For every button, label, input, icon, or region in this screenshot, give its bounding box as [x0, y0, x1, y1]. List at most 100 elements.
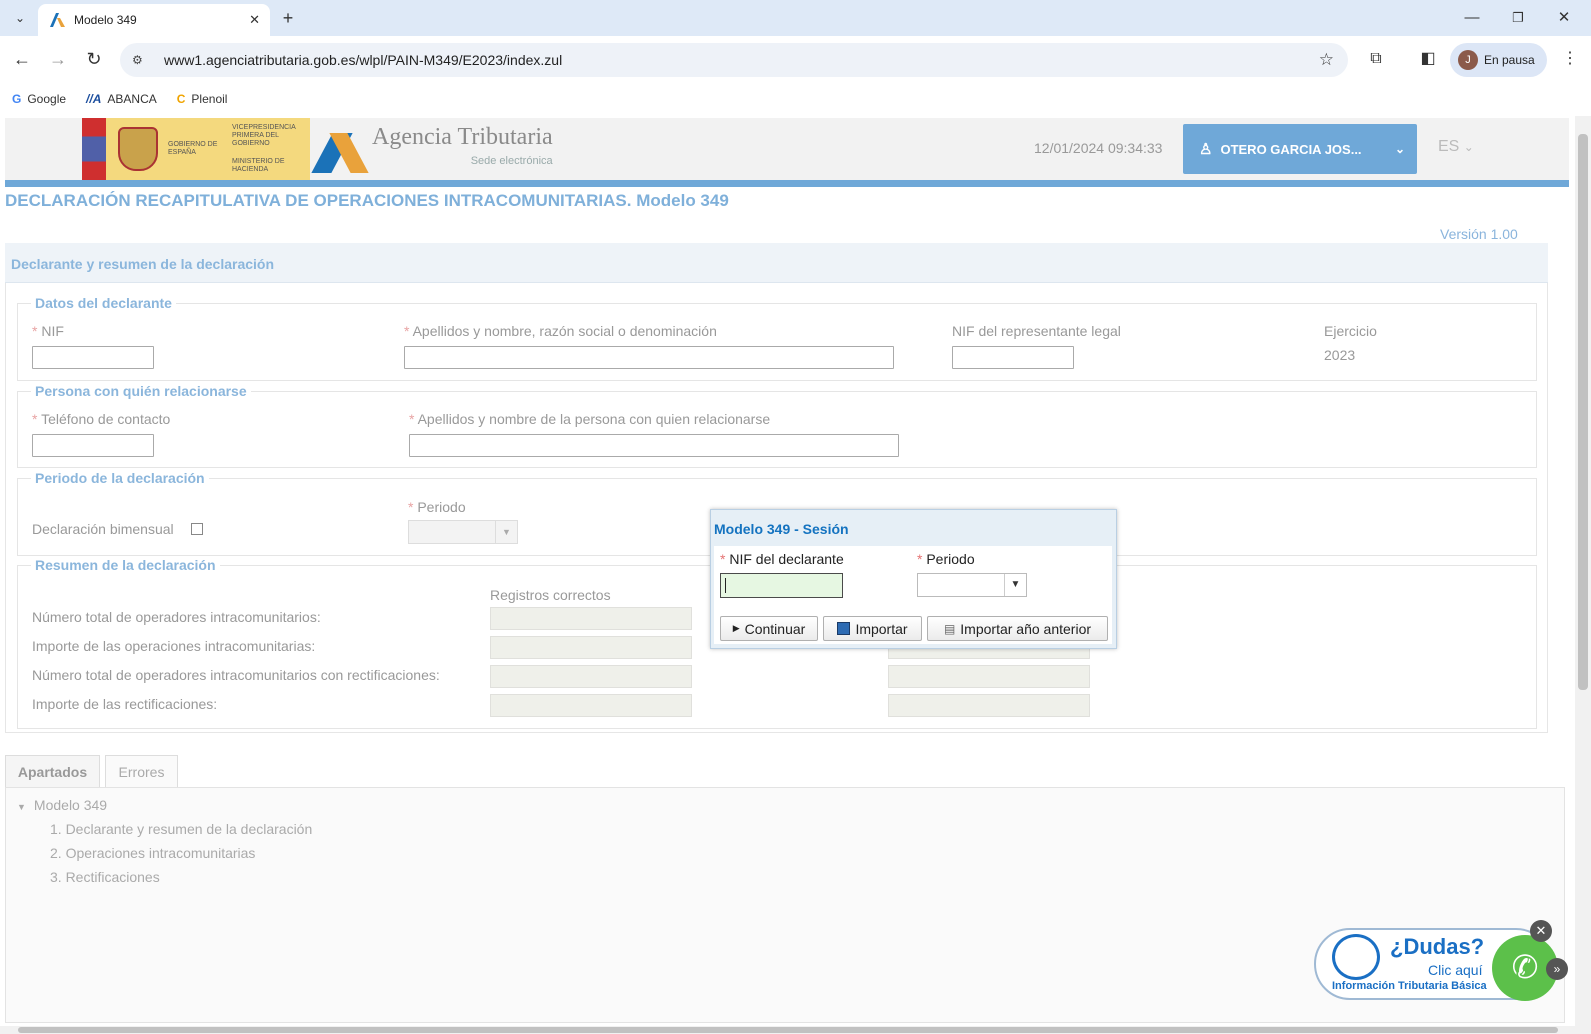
bookmark-google[interactable]: G Google [12, 92, 66, 106]
dialog-nif-input[interactable] [720, 573, 843, 598]
resumen-value-correctos [490, 636, 692, 659]
reload-icon[interactable]: ↻ [80, 45, 108, 73]
minimize-icon[interactable]: — [1458, 4, 1486, 32]
caret-down-icon: ▼ [17, 802, 26, 812]
tree-item[interactable]: 2. Operaciones intracomunitarias [50, 845, 255, 861]
resumen-value-otros [888, 665, 1090, 688]
importar-anterior-label: Importar año anterior [960, 620, 1092, 637]
resumen-value-correctos [490, 607, 692, 630]
dudas-info: Información Tributaria Básica [1332, 980, 1487, 992]
chevron-down-icon: ⌄ [1463, 140, 1474, 154]
importar-anterior-button[interactable]: ▤ Importar año anterior [927, 616, 1108, 641]
abanca-icon: //A [86, 92, 102, 106]
window-close-icon[interactable]: ✕ [1550, 4, 1578, 32]
continuar-button[interactable]: ▶ Continuar [720, 616, 818, 641]
nif-field[interactable] [32, 346, 154, 369]
profile-label: En pausa [1484, 53, 1535, 67]
google-icon: G [12, 92, 22, 106]
resumen-value-otros [888, 694, 1090, 717]
user-menu-button[interactable]: ♙ OTERO GARCIA JOS... ⌄ [1183, 124, 1417, 174]
restore-icon[interactable]: ❐ [1504, 4, 1532, 32]
agency-sub: Sede electrónica [470, 155, 553, 167]
tab-close-icon[interactable]: ✕ [249, 12, 260, 28]
bookmark-abanca[interactable]: //A ABANCA [86, 92, 157, 106]
continuar-label: Continuar [744, 620, 806, 637]
tab-search-icon[interactable]: ⌄ [6, 4, 34, 32]
required-mark: * [720, 551, 730, 567]
persona-apellidos-field[interactable] [409, 434, 899, 457]
tree-item[interactable]: 1. Declarante y resumen de la declaració… [50, 821, 312, 837]
session-datetime: 12/01/2024 09:34:33 [1034, 140, 1163, 156]
support-agent-icon [1332, 934, 1380, 980]
bookmarks-bar: G Google //A ABANCA C Plenoil [0, 84, 1591, 114]
back-icon[interactable]: ← [8, 45, 36, 73]
ejercicio-label: Ejercicio [1324, 323, 1377, 339]
address-bar[interactable]: ⚙ www1.agenciatributaria.gob.es/wlpl/PAI… [120, 43, 1348, 77]
url-text: www1.agenciatributaria.gob.es/wlpl/PAIN-… [164, 52, 563, 68]
vertical-scrollbar-thumb[interactable] [1578, 134, 1588, 690]
tree-root[interactable]: ▼ Modelo 349 [17, 797, 107, 813]
telefono-field[interactable] [32, 434, 154, 457]
tree-item[interactable]: 3. Rectificaciones [50, 869, 160, 885]
tab-title: Modelo 349 [74, 13, 137, 27]
header-divider [5, 180, 1569, 187]
tab-errores[interactable]: Errores [105, 755, 178, 788]
dialog-nif-label: NIF del declarante [729, 551, 844, 567]
dialog-periodo-select[interactable]: ▼ [917, 573, 1027, 597]
telefono-label-wrap: * Teléfono de contacto [32, 411, 170, 427]
required-mark: * [917, 551, 927, 567]
dialog-nif-label-wrap: * NIF del declarante [720, 551, 844, 567]
tabs-bar: Apartados Errores [5, 755, 1565, 788]
bookmark-star-icon[interactable]: ☆ [1319, 50, 1334, 70]
page-title: DECLARACIÓN RECAPITULATIVA DE OPERACIONE… [5, 191, 729, 210]
close-icon[interactable]: ✕ [1530, 920, 1552, 942]
bimensual-checkbox[interactable] [191, 523, 203, 535]
bookmark-label: Plenoil [191, 92, 228, 106]
side-panel-icon[interactable]: ◧ [1414, 45, 1442, 73]
periodo-label: Periodo [417, 499, 466, 515]
horizontal-scrollbar-thumb[interactable] [18, 1027, 1558, 1033]
double-chevron-right-icon[interactable]: » [1546, 958, 1568, 980]
language-label: ES [1438, 138, 1460, 155]
extensions-icon[interactable]: ⧉ [1362, 45, 1390, 73]
profile-button[interactable]: J En pausa [1450, 43, 1547, 77]
menu-icon[interactable]: ⋮ [1556, 45, 1584, 73]
nif-rep-field[interactable] [952, 346, 1074, 369]
dudas-click: Clic aquí [1428, 962, 1483, 978]
user-icon: ♙ [1199, 141, 1213, 158]
forward-icon[interactable]: → [44, 45, 72, 73]
chevron-down-icon: ▼ [495, 521, 517, 543]
importar-label: Importar [855, 620, 908, 637]
agency-name: Agencia Tributaria [372, 124, 553, 150]
apellidos-field[interactable] [404, 346, 894, 369]
resumen-value-correctos [490, 665, 692, 688]
apellidos-label: Apellidos y nombre, razón social o denom… [412, 323, 717, 339]
importar-button[interactable]: Importar [823, 616, 922, 641]
dialog-periodo-label-wrap: * Periodo [917, 551, 975, 567]
resumen-row-label: Número total de operadores intracomunita… [32, 609, 321, 625]
browser-tab[interactable]: Modelo 349 ✕ [38, 4, 270, 36]
agencia-logo[interactable]: Agencia Tributaria Sede electrónica [311, 124, 553, 173]
agencia-favicon-icon [50, 13, 65, 27]
coat-of-arms-icon [118, 127, 158, 171]
required-mark: * [408, 499, 418, 515]
tab-apartados[interactable]: Apartados [5, 755, 100, 788]
language-selector[interactable]: ES ⌄ [1438, 138, 1474, 156]
legend-persona: Persona con quién relacionarse [31, 383, 251, 399]
ministerio-text: MINISTERIO DE HACIENDA [232, 158, 285, 173]
legend-periodo: Periodo de la declaración [31, 470, 209, 486]
new-tab-button[interactable]: + [274, 4, 302, 32]
site-info-icon[interactable]: ⚙ [132, 53, 150, 67]
chevron-down-icon: ⌄ [1394, 142, 1405, 156]
periodo-select[interactable]: ▼ [408, 520, 518, 544]
monitor-icon [837, 622, 851, 635]
dialog-title: Modelo 349 - Sesión [714, 521, 849, 537]
gobierno-logo: GOBIERNO DE ESPAÑA VICEPRESIDENCIA PRIME… [82, 118, 310, 180]
fieldset-datos-declarante [17, 303, 1537, 381]
dudas-title: ¿Dudas? [1390, 934, 1485, 959]
text-cursor [725, 578, 726, 593]
resumen-row-label: Número total de operadores intracomunita… [32, 667, 440, 683]
database-icon: ▤ [943, 621, 956, 636]
dialog-periodo-label: Periodo [926, 551, 975, 567]
bookmark-plenoil[interactable]: C Plenoil [177, 92, 228, 106]
